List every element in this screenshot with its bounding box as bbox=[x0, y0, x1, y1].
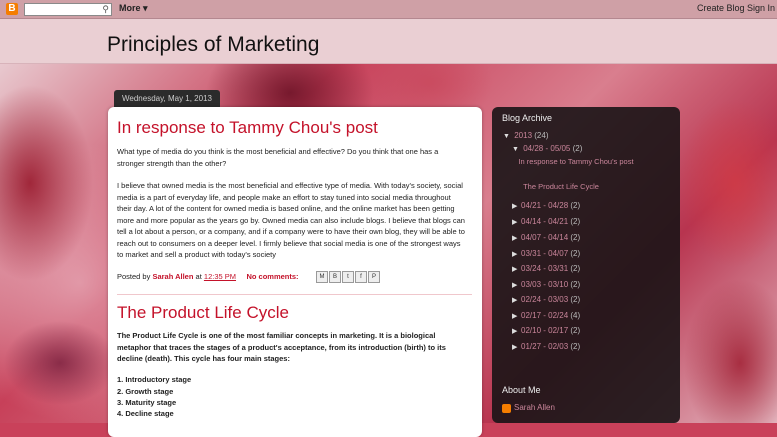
collapsed-arrow-icon[interactable]: ▶ bbox=[512, 250, 521, 258]
collapsed-arrow-icon[interactable]: ▶ bbox=[512, 312, 521, 320]
posted-by-label: Posted by bbox=[117, 272, 151, 281]
author-link[interactable]: Sarah Allen bbox=[152, 272, 193, 281]
archive-week[interactable]: ▶ 04/07 - 04/14 (2) bbox=[512, 233, 580, 242]
archive-count: (2) bbox=[570, 201, 581, 210]
email-share-icon[interactable]: M bbox=[316, 271, 328, 283]
create-blog-link[interactable]: Create Blog bbox=[697, 3, 745, 13]
archive-week-link[interactable]: 01/27 - 02/03 bbox=[521, 342, 568, 351]
archive-count: (2) bbox=[570, 280, 581, 289]
archive-week-link[interactable]: 03/03 - 03/10 bbox=[521, 280, 568, 289]
list-item: 3. Maturity stage bbox=[117, 398, 177, 407]
archive-week-link[interactable]: 04/07 - 04/14 bbox=[521, 233, 568, 242]
expanded-arrow-icon[interactable]: ▼ bbox=[503, 133, 512, 140]
blog-archive-heading: Blog Archive bbox=[502, 113, 553, 123]
archive-month[interactable]: ▼ 04/28 - 05/05 (2) bbox=[512, 144, 582, 153]
post-paragraph: I believe that owned media is the most b… bbox=[117, 181, 465, 259]
archive-post-link[interactable]: The Product Life Cycle bbox=[501, 182, 621, 192]
archive-week[interactable]: ▶ 02/24 - 03/03 (2) bbox=[512, 295, 580, 304]
archive-year[interactable]: ▼ 2013 (24) bbox=[503, 131, 549, 140]
archive-week-link[interactable]: 02/24 - 03/03 bbox=[521, 295, 568, 304]
archive-week-link[interactable]: 03/31 - 04/07 bbox=[521, 249, 568, 258]
archive-week[interactable]: ▶ 03/03 - 03/10 (2) bbox=[512, 280, 580, 289]
archive-week[interactable]: ▶ 04/14 - 04/21 (2) bbox=[512, 217, 580, 226]
profile-name-link[interactable]: Sarah Allen bbox=[514, 403, 555, 412]
archive-count: (2) bbox=[570, 249, 581, 258]
collapsed-arrow-icon[interactable]: ▶ bbox=[512, 281, 521, 289]
archive-count: (2) bbox=[570, 295, 581, 304]
archive-week[interactable]: ▶ 01/27 - 02/03 (2) bbox=[512, 342, 580, 351]
about-me-heading: About Me bbox=[502, 385, 541, 395]
search-icon[interactable]: ⚲ bbox=[102, 4, 109, 15]
more-menu[interactable]: More ▾ bbox=[119, 3, 148, 14]
collapsed-arrow-icon[interactable]: ▶ bbox=[512, 265, 521, 273]
blog-title[interactable]: Principles of Marketing bbox=[107, 33, 319, 57]
collapsed-arrow-icon[interactable]: ▶ bbox=[512, 296, 521, 304]
blog-this-icon[interactable]: B bbox=[329, 271, 341, 283]
collapsed-arrow-icon[interactable]: ▶ bbox=[512, 343, 521, 351]
post-paragraph: What type of media do you think is the m… bbox=[117, 147, 439, 168]
collapsed-arrow-icon[interactable]: ▶ bbox=[512, 202, 521, 210]
archive-week-link[interactable]: 02/10 - 02/17 bbox=[521, 326, 568, 335]
facebook-share-icon[interactable]: f bbox=[355, 271, 367, 283]
archive-week[interactable]: ▶ 03/31 - 04/07 (2) bbox=[512, 249, 580, 258]
archive-week[interactable]: ▶ 03/24 - 03/31 (2) bbox=[512, 264, 580, 273]
twitter-share-icon[interactable]: t bbox=[342, 271, 354, 283]
post-time-link[interactable]: 12:35 PM bbox=[204, 272, 236, 281]
collapsed-arrow-icon[interactable]: ▶ bbox=[512, 327, 521, 335]
archive-week-link[interactable]: 03/24 - 03/31 bbox=[521, 264, 568, 273]
blogger-logo-icon[interactable]: B bbox=[6, 3, 18, 15]
archive-count: (2) bbox=[570, 326, 581, 335]
share-buttons: M B t f P bbox=[316, 271, 381, 283]
archive-week[interactable]: ▶ 02/10 - 02/17 (2) bbox=[512, 326, 580, 335]
post-title[interactable]: The Product Life Cycle bbox=[117, 303, 289, 323]
post-divider bbox=[117, 294, 472, 295]
archive-count: (2) bbox=[570, 264, 581, 273]
archive-count: (2) bbox=[570, 217, 581, 226]
expanded-arrow-icon[interactable]: ▼ bbox=[512, 146, 521, 153]
date-header: Wednesday, May 1, 2013 bbox=[114, 90, 220, 107]
archive-week[interactable]: ▶ 02/17 - 02/24 (4) bbox=[512, 311, 580, 320]
list-item: 4. Decline stage bbox=[117, 409, 174, 418]
archive-count: (24) bbox=[534, 131, 549, 140]
sign-in-link[interactable]: Sign In bbox=[747, 3, 775, 13]
list-item: 1. Introductory stage bbox=[117, 375, 192, 384]
pinterest-share-icon[interactable]: P bbox=[368, 271, 380, 283]
post-footer: Posted by Sarah Allen at 12:35 PM No com… bbox=[117, 272, 299, 281]
archive-week-link[interactable]: 02/17 - 02/24 bbox=[521, 311, 568, 320]
archive-count: (2) bbox=[570, 233, 581, 242]
navbar: B ⚲ More ▾ Create Blog Sign In bbox=[0, 0, 777, 19]
archive-count: (2) bbox=[572, 144, 583, 153]
archive-count: (2) bbox=[570, 342, 581, 351]
archive-week[interactable]: ▶ 04/21 - 04/28 (2) bbox=[512, 201, 580, 210]
archive-week-link[interactable]: 04/28 - 05/05 bbox=[523, 144, 570, 153]
blogger-profile-icon bbox=[502, 404, 511, 413]
archive-week-link[interactable]: 04/14 - 04/21 bbox=[521, 217, 568, 226]
list-item: 2. Growth stage bbox=[117, 387, 174, 396]
archive-year-link[interactable]: 2013 bbox=[514, 131, 532, 140]
collapsed-arrow-icon[interactable]: ▶ bbox=[512, 234, 521, 242]
collapsed-arrow-icon[interactable]: ▶ bbox=[512, 218, 521, 226]
at-label: at bbox=[195, 272, 202, 281]
comments-link[interactable]: No comments: bbox=[246, 272, 298, 281]
archive-post-link[interactable]: In response to Tammy Chou's post bbox=[516, 157, 636, 167]
archive-count: (4) bbox=[570, 311, 581, 320]
archive-week-link[interactable]: 04/21 - 04/28 bbox=[521, 201, 568, 210]
post-title[interactable]: In response to Tammy Chou's post bbox=[117, 118, 378, 138]
post-paragraph: The Product Life Cycle is one of the mos… bbox=[117, 331, 446, 363]
search-input[interactable]: ⚲ bbox=[24, 3, 112, 16]
